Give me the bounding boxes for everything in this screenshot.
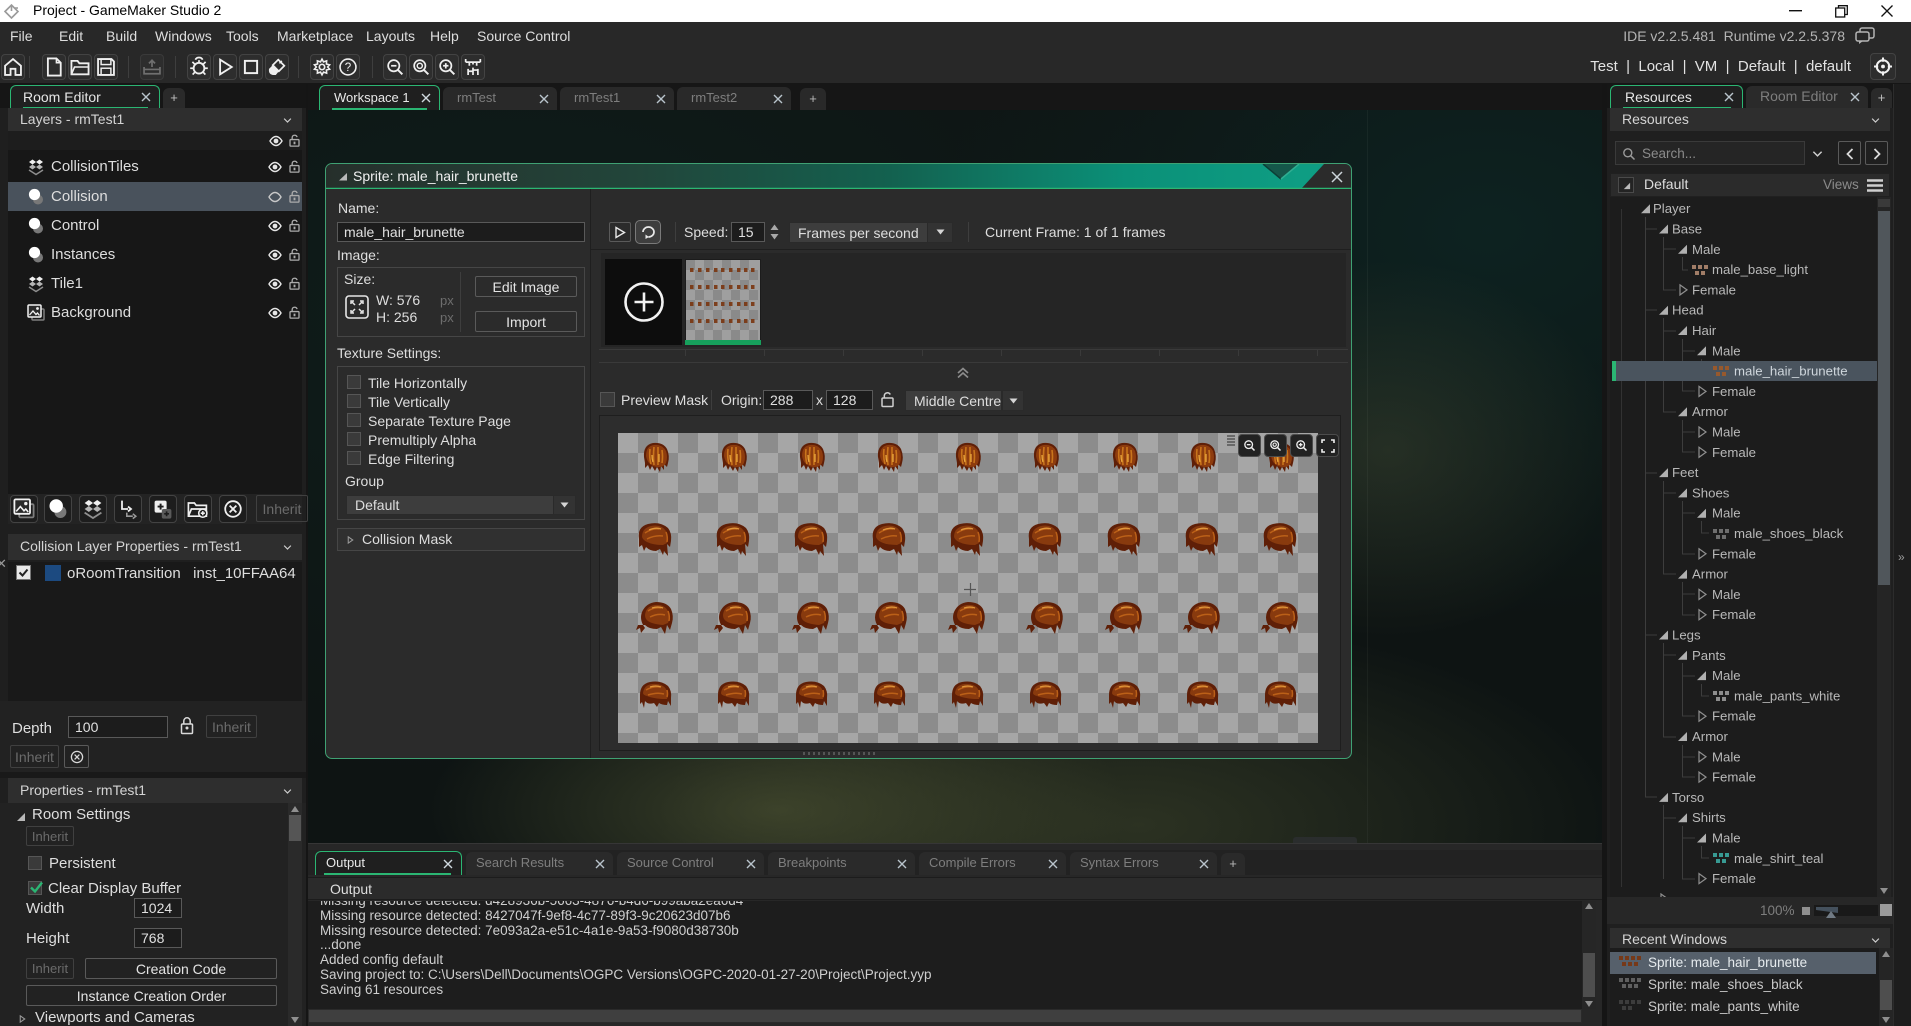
svg-text:male_hair_brunette: male_hair_brunette: [1734, 364, 1848, 379]
svg-text:Female: Female: [1712, 445, 1756, 460]
svg-text:Pants: Pants: [1692, 648, 1726, 663]
svg-text:?: ?: [345, 61, 352, 74]
svg-text:Male: Male: [1712, 587, 1741, 602]
svg-text:Shirts: Shirts: [1692, 810, 1726, 825]
svg-text:male_shoes_black: male_shoes_black: [1734, 526, 1844, 541]
svg-text:Feet: Feet: [1672, 465, 1699, 480]
svg-text:Male: Male: [1712, 425, 1741, 440]
svg-text:Male: Male: [1712, 343, 1741, 358]
svg-text:Male: Male: [1712, 831, 1741, 846]
svg-text:male_base_light: male_base_light: [1712, 262, 1808, 277]
svg-text:Male: Male: [1712, 506, 1741, 521]
svg-text:Armor: Armor: [1692, 404, 1729, 419]
svg-text:Female: Female: [1712, 546, 1756, 561]
svg-text:Legs: Legs: [1672, 628, 1701, 643]
svg-text:male_pants_white: male_pants_white: [1734, 688, 1840, 703]
svg-text:Player: Player: [1653, 201, 1691, 216]
svg-text:Torso: Torso: [1672, 790, 1704, 805]
svg-text:Female: Female: [1712, 770, 1756, 785]
svg-text:Female: Female: [1712, 607, 1756, 622]
svg-text:Hair: Hair: [1692, 323, 1717, 338]
svg-text:Shoes: Shoes: [1692, 485, 1730, 500]
svg-text:Female: Female: [1712, 384, 1756, 399]
svg-text:Male: Male: [1712, 668, 1741, 683]
svg-text:Male: Male: [1692, 242, 1721, 257]
svg-text:Female: Female: [1712, 871, 1756, 886]
svg-text:Female: Female: [1712, 709, 1756, 724]
svg-text:male_shirt_teal: male_shirt_teal: [1734, 851, 1823, 866]
svg-text:Armor: Armor: [1692, 567, 1729, 582]
svg-text:Male: Male: [1712, 749, 1741, 764]
svg-text:Armor: Armor: [1692, 729, 1729, 744]
svg-text:Head: Head: [1672, 303, 1704, 318]
svg-text:Base: Base: [1672, 222, 1702, 237]
svg-text:Female: Female: [1692, 282, 1736, 297]
